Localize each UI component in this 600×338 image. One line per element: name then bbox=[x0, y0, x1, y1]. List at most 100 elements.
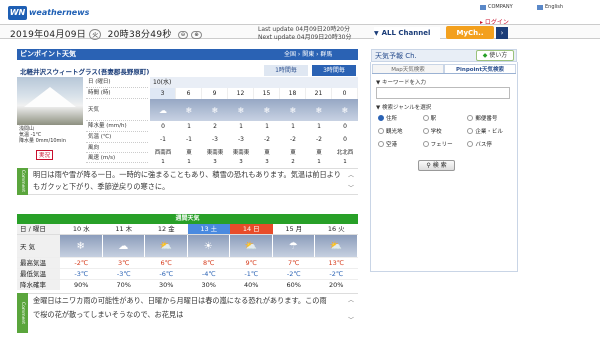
precip-cell: 1 bbox=[187, 123, 191, 130]
mountain-shape bbox=[24, 87, 76, 107]
precip-cell: 2 bbox=[213, 123, 217, 130]
hour-cell: 21 bbox=[306, 88, 332, 99]
genre-radio[interactable]: バス停 bbox=[467, 140, 512, 148]
genre-radio[interactable]: 駅 bbox=[422, 114, 468, 122]
radio-icon bbox=[422, 128, 429, 134]
radio-icon bbox=[378, 115, 384, 121]
wind-dir: 東 bbox=[186, 150, 192, 156]
wind-cell: 東1 bbox=[306, 147, 332, 167]
radio-icon bbox=[467, 141, 474, 147]
snow-icon: ❄ bbox=[185, 105, 193, 115]
weekly-title: 週間天気 bbox=[17, 214, 358, 224]
wind-speed: 2 bbox=[291, 159, 295, 165]
weekly-cell: 90% bbox=[74, 281, 89, 289]
weekly-cell: 13℃ bbox=[328, 259, 345, 267]
search-button[interactable]: ⚲ 検 索 bbox=[418, 160, 455, 171]
wind-dir: 東 bbox=[264, 150, 270, 156]
genre-label: 郵便番号 bbox=[475, 116, 498, 122]
keyword-input[interactable] bbox=[376, 87, 510, 99]
logo-text[interactable]: weathernews bbox=[29, 8, 89, 17]
live-stamp[interactable]: 実況 bbox=[36, 150, 54, 160]
genre-label: バス停 bbox=[475, 142, 492, 148]
wind-cell: 東2 bbox=[280, 147, 306, 167]
weekly-day: 16 火 bbox=[327, 225, 345, 233]
keyword-label: ▼ キーワードを入力 bbox=[376, 80, 426, 86]
clock-toggle-icon[interactable]: ⊕ bbox=[191, 30, 202, 39]
scroll-up-icon[interactable]: ︿ bbox=[346, 170, 356, 179]
genre-options: 住所 駅 郵便番号観光地 学校 企業・ビル空港 フェリー バス停 bbox=[378, 114, 512, 148]
snow-icon: ❄ bbox=[289, 105, 297, 115]
min-temp-row: 最低気温 -3℃ -3℃ -6℃ -4℃ -1℃ -2℃ -2℃ bbox=[17, 268, 358, 279]
weather-icons-row: ☁ ❄ ❄ ❄ ❄ ❄ ❄ ❄ bbox=[150, 99, 358, 121]
genre-radio[interactable]: 学校 bbox=[422, 127, 468, 135]
weekly-cell: 70% bbox=[116, 281, 131, 289]
tab-3hour[interactable]: 3時間毎 bbox=[312, 65, 356, 76]
max-temp-row: 最高気温 -2℃ 3℃ 6℃ 8℃ 9℃ 7℃ 13℃ bbox=[17, 257, 358, 268]
hours-row: 3 6 9 12 15 18 21 0 bbox=[150, 88, 358, 99]
current-datetime: 2019年04月09日火 20時38分49秒 ⊖ ⊕ bbox=[10, 27, 202, 40]
weekly-row-label: 最低気温 bbox=[17, 269, 60, 279]
precip-row: 0 1 2 1 1 1 1 0 bbox=[150, 121, 358, 132]
weekly-cell: 6℃ bbox=[160, 259, 172, 267]
temp-cell: 0 bbox=[343, 136, 347, 143]
genre-label: フェリー bbox=[430, 142, 453, 148]
usage-button[interactable]: ◆ 使い方 bbox=[476, 50, 514, 61]
row-labels: 日 (曜日) 時間 (時) 天気 降水量 (mm/h) 気温 (℃) 風向 風速… bbox=[86, 77, 148, 163]
precip-cell: 1 bbox=[291, 123, 295, 130]
tab-1hour[interactable]: 1時間毎 bbox=[264, 65, 308, 76]
genre-radio[interactable]: フェリー bbox=[422, 140, 468, 148]
scroll-down-icon[interactable]: ﹀ bbox=[346, 315, 356, 324]
weekly-day: 13 土 bbox=[187, 224, 230, 234]
precip-cell: 1 bbox=[239, 123, 243, 130]
genre-radio[interactable]: 郵便番号 bbox=[467, 114, 512, 122]
mych-button[interactable]: MyCh.. bbox=[446, 26, 494, 39]
snow-icon: ❄ bbox=[263, 105, 271, 115]
radio-icon bbox=[378, 141, 384, 147]
temp-cell: -1 bbox=[160, 136, 166, 143]
genre-radio[interactable]: 観光地 bbox=[378, 127, 423, 135]
genre-label: 駅 bbox=[430, 116, 437, 122]
weekly-header-label: 日 / 曜日 bbox=[17, 224, 60, 234]
leaf-icon: ◆ bbox=[482, 52, 488, 59]
genre-radio[interactable]: 企業・ビル bbox=[467, 127, 512, 135]
weekly-cell: -3℃ bbox=[116, 270, 131, 278]
weekly-row-label: 最高気温 bbox=[17, 258, 60, 268]
wind-speed: 1 bbox=[317, 159, 321, 165]
weekly-cell: -2℃ bbox=[74, 259, 89, 267]
tab-map-search[interactable]: Map天気検索 bbox=[372, 64, 444, 73]
genre-label: 観光地 bbox=[386, 129, 403, 135]
genre-radio[interactable]: 空港 bbox=[378, 140, 423, 148]
genre-label: 住所 bbox=[386, 116, 398, 122]
scroll-up-icon[interactable]: ︿ bbox=[346, 295, 356, 304]
genre-radio[interactable]: 住所 bbox=[378, 114, 423, 122]
weekly-day: 15 月 bbox=[285, 225, 303, 233]
search-icon: ⚲ bbox=[426, 162, 431, 169]
company-link[interactable]: COMPANY bbox=[480, 4, 513, 10]
precip-cell: 0 bbox=[343, 123, 347, 130]
genre-label: 企業・ビル bbox=[475, 129, 503, 135]
weekly-day: 12 金 bbox=[157, 225, 175, 233]
weekly-icons-row: 天 気 ❄ ☁ ⛅ ☀ ⛅ ☂ ⛅ bbox=[17, 235, 358, 257]
weekly-cell: 40% bbox=[244, 281, 259, 289]
update-info: Last update 04月09日20時20分 Next update 04月0… bbox=[258, 26, 352, 41]
cloud-snow-icon: ☁ bbox=[102, 235, 145, 257]
clock-mode-icon[interactable]: ⊖ bbox=[177, 30, 189, 39]
weekly-cell: -2℃ bbox=[286, 270, 301, 278]
temp-cell: -3 bbox=[212, 136, 218, 143]
english-link[interactable]: English bbox=[537, 4, 563, 10]
wind-cell: 北北西 1 bbox=[332, 147, 358, 167]
location-name: 北軽井沢スウィートグラス(吾妻郡長野原町) bbox=[20, 68, 150, 76]
weathernews-logo[interactable]: WN bbox=[8, 6, 27, 20]
weekly-cell: 20% bbox=[329, 281, 344, 289]
breadcrumb[interactable]: 全国 › 関東 › 群馬 bbox=[284, 49, 332, 60]
tab-pinpoint-search[interactable]: Pinpoint天気検索 bbox=[444, 64, 516, 73]
all-channel-menu[interactable]: ▼ ALL Channel bbox=[374, 27, 440, 39]
comment-tag: Comment bbox=[17, 168, 28, 195]
hour-cell: 9 bbox=[202, 88, 228, 99]
sun-cloud-icon: ⛅ bbox=[145, 235, 188, 257]
company-icon bbox=[480, 4, 486, 10]
scroll-down-icon[interactable]: ﹀ bbox=[346, 183, 356, 192]
chevron-right-icon[interactable]: › bbox=[496, 27, 508, 39]
snow-icon: ❄ bbox=[60, 235, 103, 257]
sun-icon: ☀ bbox=[187, 235, 230, 257]
